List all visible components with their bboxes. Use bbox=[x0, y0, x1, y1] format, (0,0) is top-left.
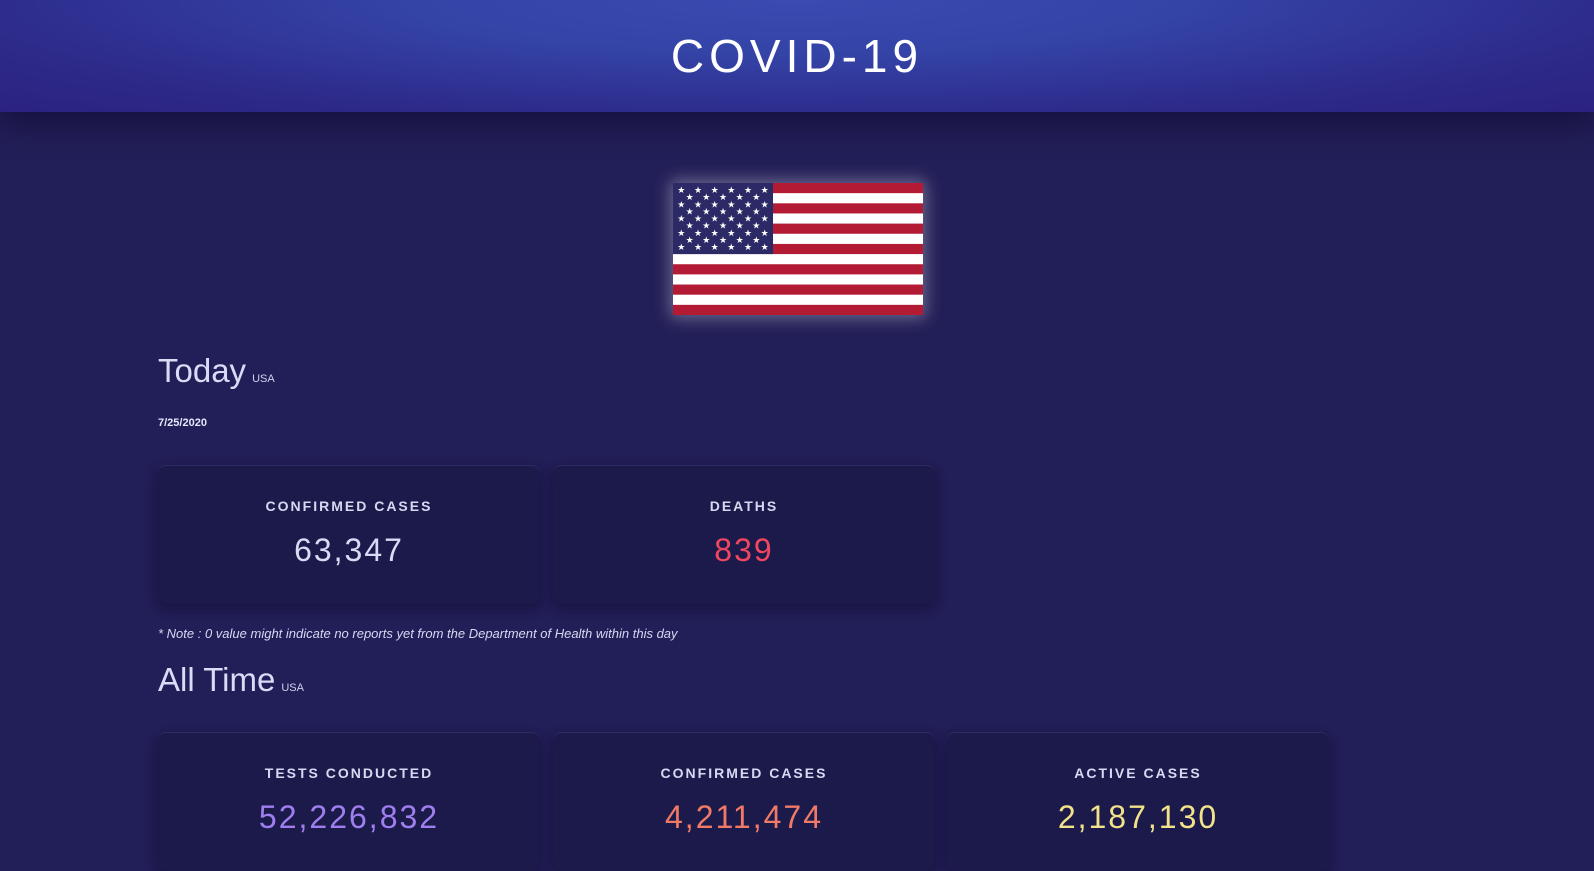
today-title-text: Today bbox=[158, 352, 247, 389]
flag-star: ★ bbox=[719, 236, 727, 246]
flag-star: ★ bbox=[744, 243, 752, 253]
alltime-title-text: All Time bbox=[158, 661, 276, 698]
flag-star: ★ bbox=[761, 215, 769, 225]
flag-star: ★ bbox=[727, 186, 735, 196]
flag-star: ★ bbox=[694, 229, 702, 239]
flag-star: ★ bbox=[736, 236, 744, 246]
today-deaths-label: DEATHS bbox=[709, 498, 779, 514]
flag-star: ★ bbox=[761, 229, 769, 239]
flag-stripe bbox=[673, 294, 923, 306]
flag-star: ★ bbox=[736, 193, 744, 203]
alltime-active-card: ACTIVE CASES 2,187,130 bbox=[947, 733, 1329, 871]
today-date: 7/25/2020 bbox=[158, 417, 207, 429]
today-confirmed-value: 63,347 bbox=[294, 532, 404, 568]
alltime-tests-label: TESTS CONDUCTED bbox=[264, 765, 434, 781]
flag-star: ★ bbox=[761, 186, 769, 196]
flag-star: ★ bbox=[677, 215, 685, 225]
flag-star: ★ bbox=[744, 186, 752, 196]
flag-graphic: ★ ★ ★ ★ ★ ★★ ★ ★ ★ ★★ ★ ★ ★ ★ ★★ ★ ★ ★ ★★ ★ ★ ★ ★ ★★ ★ ★ ★ ★★ ★ ★ ★ ★ ★★… bbox=[673, 183, 923, 315]
flag-star: ★ bbox=[702, 222, 710, 232]
alltime-confirmed-card: CONFIRMED CASES 4,211,474 bbox=[553, 733, 935, 871]
today-section-title: Today USA bbox=[158, 352, 275, 390]
today-deaths-value: 839 bbox=[714, 532, 774, 568]
flag-stripe bbox=[673, 284, 923, 295]
flag-star: ★ bbox=[694, 215, 702, 225]
flag-star: ★ bbox=[727, 215, 735, 225]
flag-star: ★ bbox=[677, 243, 685, 253]
flag-star: ★ bbox=[677, 229, 685, 239]
today-confirmed-card: CONFIRMED CASES 63,347 bbox=[158, 466, 540, 604]
flag-star: ★ bbox=[719, 222, 727, 232]
alltime-confirmed-label: CONFIRMED CASES bbox=[660, 765, 828, 781]
flag-star: ★ bbox=[711, 186, 719, 196]
flag-star: ★ bbox=[752, 193, 760, 203]
usa-flag-image: ★ ★ ★ ★ ★ ★ ★ ★ ★ ★ ★ ★ ★ ★ ★ ★ ★ ★ ★ ★ ★ ★ ★ ★ ★ ★ ★ ★ ★ ★ ★ ★ ★ ★ ★ ★ ★ ★ ★ ★… bbox=[673, 183, 923, 315]
flag-star: ★ bbox=[752, 236, 760, 246]
flag-star: ★ bbox=[744, 200, 752, 210]
flag-star: ★ bbox=[694, 200, 702, 210]
flag-star: ★ bbox=[744, 215, 752, 225]
flag-star: ★ bbox=[677, 186, 685, 196]
alltime-region-label: USA bbox=[281, 682, 304, 694]
flag-star: ★ bbox=[761, 200, 769, 210]
flag-star: ★ bbox=[677, 200, 685, 210]
flag-star: ★ bbox=[744, 229, 752, 239]
flag-star: ★ bbox=[686, 236, 694, 246]
flag-stripe bbox=[673, 254, 923, 265]
flag-star: ★ bbox=[727, 200, 735, 210]
flag-star: ★ bbox=[752, 207, 760, 217]
flag-star: ★ bbox=[727, 229, 735, 239]
flag-star: ★ bbox=[702, 207, 710, 217]
flag-star: ★ bbox=[736, 222, 744, 232]
flag-star: ★ bbox=[711, 243, 719, 253]
flag-star: ★ bbox=[694, 186, 702, 196]
flag-star: ★ bbox=[686, 222, 694, 232]
flag-stripe bbox=[673, 304, 923, 315]
alltime-section-title: All Time USA bbox=[158, 661, 304, 699]
today-deaths-card: DEATHS 839 bbox=[553, 466, 935, 604]
flag-star: ★ bbox=[711, 215, 719, 225]
flag-stripe bbox=[673, 274, 923, 285]
flag-star: ★ bbox=[686, 193, 694, 203]
flag-star: ★ bbox=[736, 207, 744, 217]
flag-star: ★ bbox=[711, 229, 719, 239]
alltime-active-label: ACTIVE CASES bbox=[1074, 765, 1202, 781]
flag-star: ★ bbox=[702, 193, 710, 203]
flag-star: ★ bbox=[702, 236, 710, 246]
today-note: * Note : 0 value might indicate no repor… bbox=[158, 626, 678, 641]
flag-star: ★ bbox=[719, 193, 727, 203]
today-region-label: USA bbox=[252, 373, 275, 385]
flag-star: ★ bbox=[727, 243, 735, 253]
page-header: COVID-19 bbox=[0, 0, 1594, 112]
alltime-tests-card: TESTS CONDUCTED 52,226,832 bbox=[158, 733, 540, 871]
flag-star: ★ bbox=[694, 243, 702, 253]
today-confirmed-label: CONFIRMED CASES bbox=[265, 498, 433, 514]
flag-star: ★ bbox=[761, 243, 769, 253]
flag-star: ★ bbox=[752, 222, 760, 232]
flag-star: ★ bbox=[719, 207, 727, 217]
page-title: COVID-19 bbox=[670, 30, 924, 82]
flag-star: ★ bbox=[686, 207, 694, 217]
flag-stripe bbox=[673, 264, 923, 275]
flag-star: ★ bbox=[711, 200, 719, 210]
